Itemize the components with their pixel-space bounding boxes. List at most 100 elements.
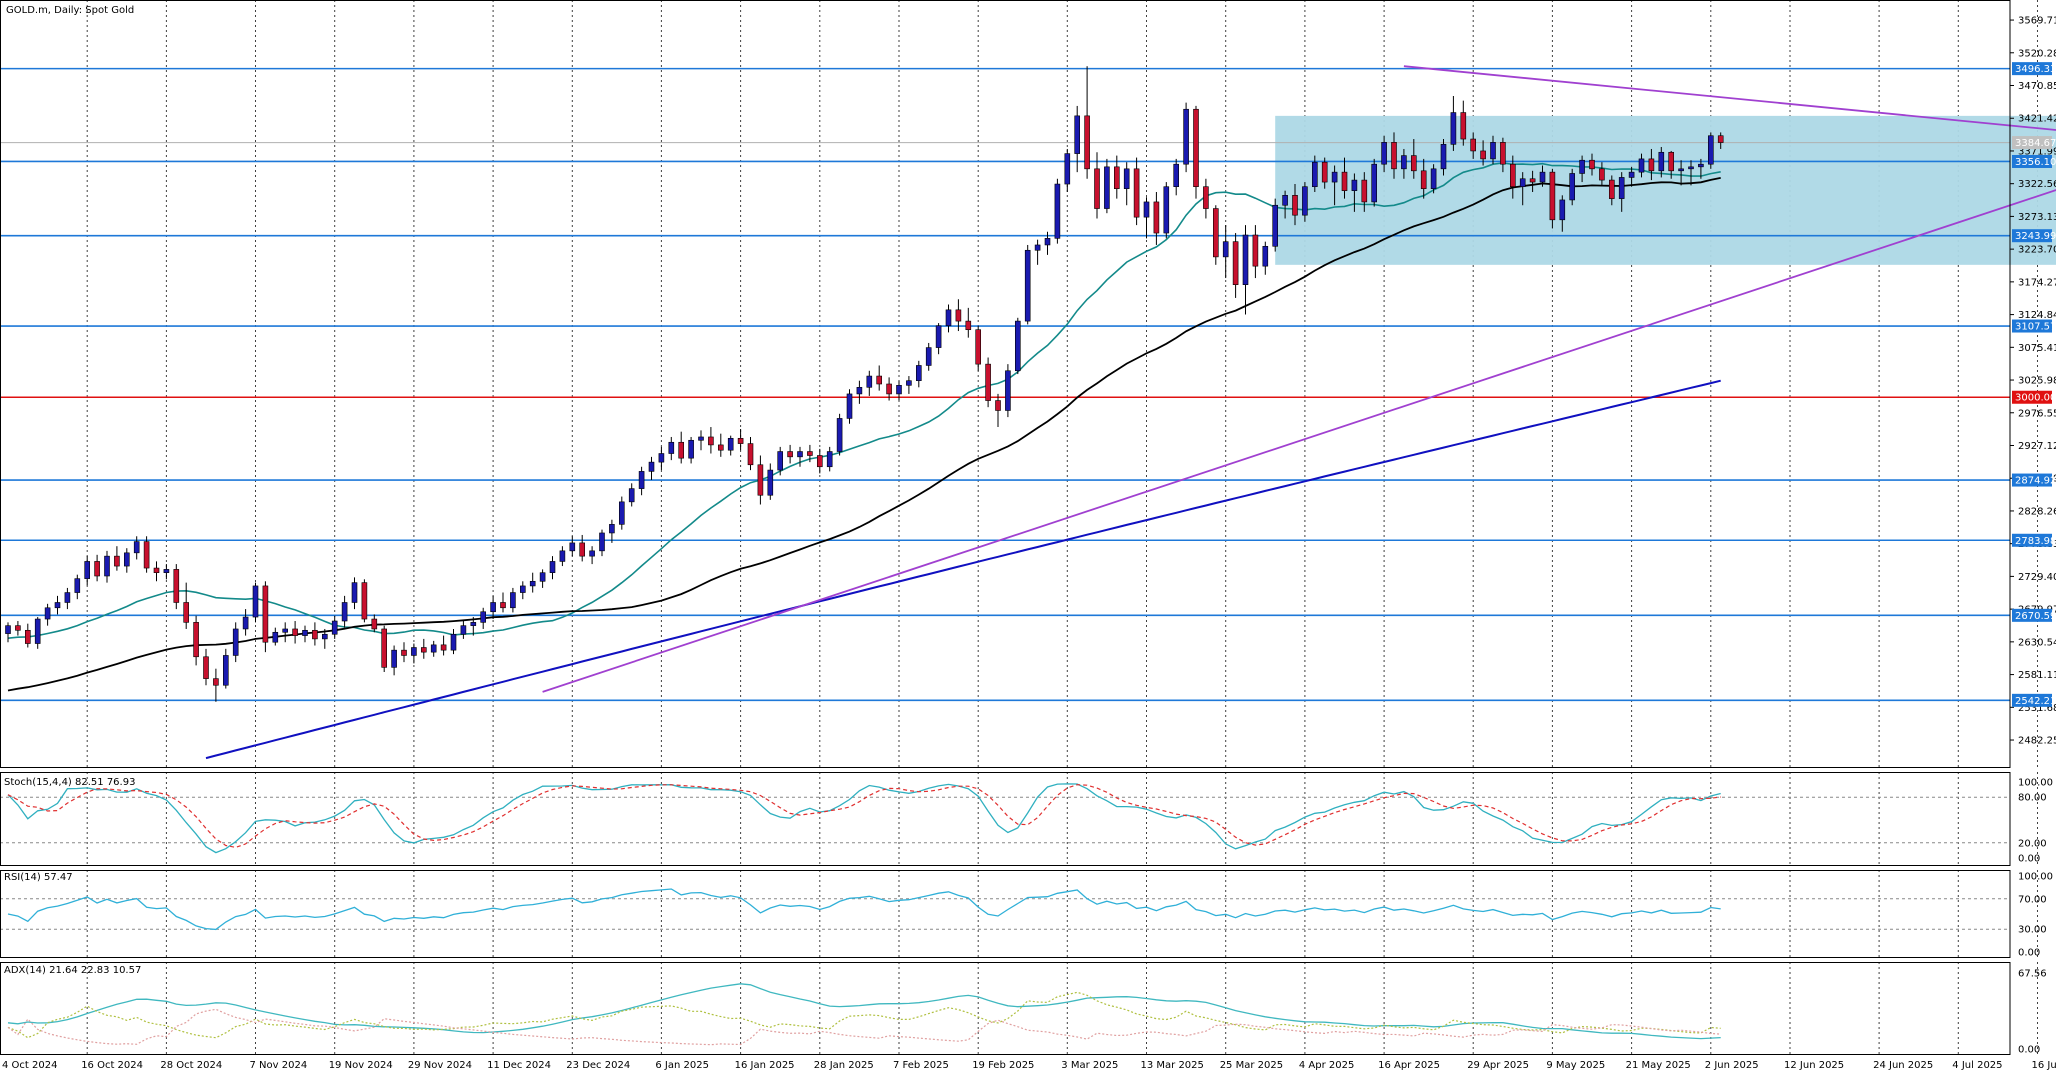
candle-body <box>64 592 71 603</box>
y-tick-label: 3124.84 <box>2018 310 2056 321</box>
candle-body <box>232 628 239 656</box>
candle-body <box>1351 179 1358 191</box>
candle-body <box>490 602 496 613</box>
stoch-title: Stoch(15,4,4) 82.51 76.93 <box>4 777 135 788</box>
candle-body <box>252 585 259 618</box>
candle-body <box>856 387 863 395</box>
candle-body <box>1282 195 1288 206</box>
candle-body <box>935 325 942 348</box>
adx-y-label: 67.56 <box>2018 968 2047 979</box>
candle-body <box>1114 166 1120 189</box>
candle-body <box>1054 183 1061 239</box>
y-tick-label: 3174.27 <box>2018 277 2056 288</box>
candle-body <box>1262 245 1269 267</box>
candle-body <box>1559 199 1566 221</box>
y-tick-label: 2482.25 <box>2018 736 2056 747</box>
candle-body <box>1708 135 1714 165</box>
x-tick-label: 4 Oct 2024 <box>2 1060 57 1071</box>
candle-body <box>1609 179 1615 199</box>
candle-body <box>985 363 991 401</box>
candle-body <box>1252 234 1259 267</box>
candle-body <box>816 455 823 468</box>
candle-body <box>519 585 526 593</box>
candle-body <box>24 629 31 644</box>
candle-body <box>1678 168 1684 172</box>
y-tick-label: 2927.12 <box>2018 441 2056 452</box>
rsi-y-label: 70.00 <box>2018 894 2047 905</box>
candle-body <box>321 633 328 640</box>
candle-body <box>94 561 100 577</box>
level-tag-label: 3000.00 <box>2015 393 2056 404</box>
candle-body <box>1618 177 1625 199</box>
candle-body <box>767 469 774 496</box>
candle-body <box>896 385 902 395</box>
chart-canvas[interactable]: 3569.713520.283470.853421.423371.993322.… <box>0 0 2056 1073</box>
rsi-y-label: 30.00 <box>2018 925 2047 936</box>
candle-body <box>1133 168 1140 218</box>
stoch-y-label: 20.00 <box>2018 838 2047 849</box>
level-tag-label: 2783.98 <box>2015 536 2056 547</box>
candle-body <box>866 375 873 388</box>
candle-body <box>678 441 685 459</box>
candle-body <box>1668 151 1674 172</box>
stoch-y-label: 0.00 <box>2018 854 2040 865</box>
candle-body <box>797 451 803 458</box>
level-tag-label: 3243.99 <box>2015 231 2056 242</box>
candle-body <box>579 542 586 557</box>
candle-body <box>1331 171 1338 183</box>
candle-body <box>1638 158 1645 173</box>
candle-body <box>698 436 704 441</box>
candle-body <box>886 383 892 395</box>
candle-body <box>1381 142 1387 165</box>
candle-body <box>807 451 813 456</box>
candle-body <box>1450 112 1457 145</box>
candle-body <box>1312 161 1318 188</box>
candle-body <box>1698 163 1704 168</box>
candle-body <box>1064 153 1071 185</box>
candle-body <box>411 647 417 656</box>
candle-body <box>1203 186 1209 209</box>
candle-body <box>1401 155 1407 170</box>
y-tick-label: 3273.13 <box>2018 212 2056 223</box>
candle-body <box>549 561 556 573</box>
x-tick-label: 21 May 2025 <box>1626 1060 1691 1071</box>
candle-body <box>34 618 41 644</box>
candle-body <box>54 602 61 609</box>
candle-body <box>213 678 219 686</box>
candle-body <box>1272 204 1278 247</box>
x-tick-label: 3 Mar 2025 <box>1061 1060 1118 1071</box>
candle-body <box>450 633 457 651</box>
candle-body <box>1173 163 1179 188</box>
y-tick-label: 3223.70 <box>2018 245 2056 256</box>
candle-body <box>381 628 388 668</box>
y-tick-label: 3470.85 <box>2018 81 2056 92</box>
candle-body <box>1084 115 1090 170</box>
rsi-title: RSI(14) 57.47 <box>4 872 73 883</box>
candle-body <box>628 488 635 503</box>
candle-body <box>1104 166 1110 209</box>
candle-body <box>440 644 447 651</box>
candle-body <box>1440 144 1447 170</box>
candle-body <box>965 320 972 331</box>
x-tick-label: 13 Mar 2025 <box>1141 1060 1204 1071</box>
candle-body <box>668 441 675 454</box>
consolidation-rect <box>1275 115 2056 265</box>
candle-body <box>708 436 714 446</box>
candle-body <box>1579 159 1585 174</box>
candle-body <box>915 365 922 381</box>
candle-body <box>143 541 150 569</box>
candle-body <box>618 501 625 525</box>
y-tick-label: 2729.40 <box>2018 572 2056 583</box>
candle-body <box>163 569 170 573</box>
candle-body <box>1232 241 1239 285</box>
level-tag-label: 3496.33 <box>2015 64 2056 75</box>
x-tick-label: 28 Oct 2024 <box>160 1060 222 1071</box>
candle-body <box>104 555 110 577</box>
candle-body <box>1183 108 1189 165</box>
candle-body <box>420 647 427 653</box>
candle-body <box>1371 163 1377 203</box>
chart-title: GOLD.m, Daily: Spot Gold <box>6 5 134 16</box>
candle-body <box>1242 234 1249 285</box>
candle-body <box>292 628 298 636</box>
level-tag-label: 3107.57 <box>2015 322 2056 333</box>
